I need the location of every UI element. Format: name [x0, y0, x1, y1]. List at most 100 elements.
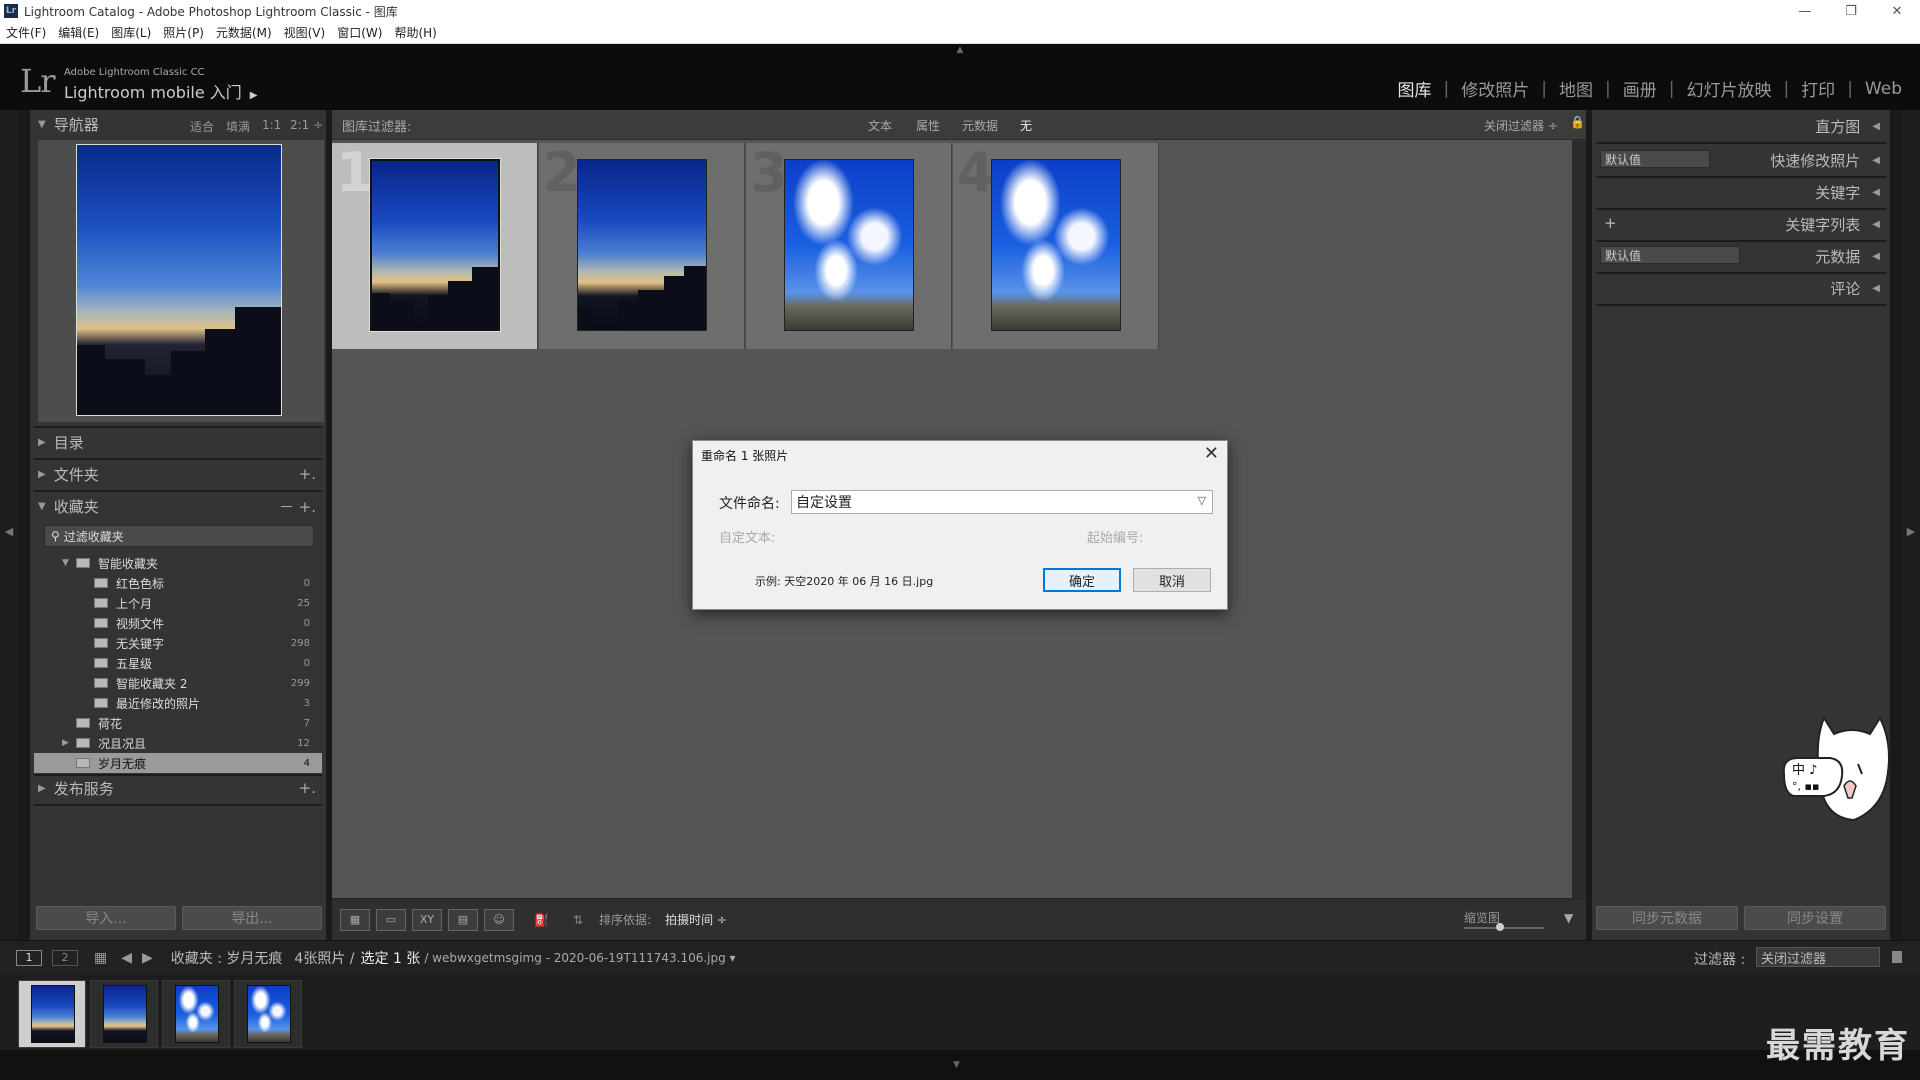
add-keyword-button[interactable]: + — [1604, 214, 1617, 232]
comments-header[interactable]: 评论 ◀ — [1596, 274, 1886, 302]
zoom-fit[interactable]: 适合 — [190, 118, 214, 135]
grid-scrollbar[interactable] — [1572, 140, 1586, 898]
dialog-close-icon[interactable]: ✕ — [1204, 443, 1219, 464]
right-panel-toggle[interactable]: ▶ — [1902, 110, 1920, 940]
menu-help[interactable]: 帮助(H) — [394, 24, 436, 41]
import-button[interactable]: 导入... — [36, 906, 176, 930]
close-window-button[interactable]: ✕ — [1874, 0, 1920, 22]
filmstrip-lock-icon[interactable] — [1892, 951, 1902, 963]
collection-row[interactable]: ▶ 况且况且 12 — [34, 733, 322, 753]
module-develop[interactable]: 修改照片 — [1461, 76, 1529, 101]
compare-view-icon[interactable]: XY — [412, 908, 442, 931]
photo-thumbnail[interactable] — [784, 159, 914, 331]
collection-row[interactable]: 最近修改的照片 3 — [34, 693, 322, 713]
zoom-fill[interactable]: 填满 — [226, 118, 250, 135]
grid-cell[interactable]: 4 — [953, 141, 1159, 349]
filmstrip-thumb[interactable] — [234, 980, 302, 1048]
spray-can-icon[interactable]: ⛽ — [534, 913, 549, 927]
grid-cell[interactable]: 1 — [332, 141, 538, 349]
slider-thumb[interactable] — [1496, 923, 1504, 931]
collection-filter-input[interactable]: ⚲ 过滤收藏夹 — [44, 525, 314, 547]
collection-row[interactable]: 无关键字 298 — [34, 633, 322, 653]
back-arrow-icon[interactable]: ◀ — [121, 950, 132, 966]
photo-thumbnail[interactable] — [369, 158, 501, 332]
export-button[interactable]: 导出... — [182, 906, 322, 930]
menu-library[interactable]: 图库(L) — [111, 24, 151, 41]
filter-metadata[interactable]: 元数据 — [962, 117, 998, 134]
collection-row[interactable]: 智能收藏夹 2 299 — [34, 673, 322, 693]
add-folder-button[interactable]: +. — [299, 465, 316, 483]
metadata-header[interactable]: 默认值 元数据 ◀ — [1596, 242, 1886, 270]
window-1-button[interactable]: 1 — [16, 949, 42, 966]
collection-row[interactable]: 五星级 0 — [34, 653, 322, 673]
catalog-header[interactable]: ▶ 目录 — [38, 428, 324, 456]
keyword-list-header[interactable]: + 关键字列表 ◀ — [1596, 210, 1886, 238]
grid-cell[interactable]: 2 — [539, 141, 745, 349]
loupe-view-icon[interactable]: ▭ — [376, 908, 406, 931]
histogram-header[interactable]: 直方图 ◀ — [1596, 112, 1886, 140]
keywording-header[interactable]: 关键字 ◀ — [1596, 178, 1886, 206]
minimize-button[interactable]: — — [1782, 0, 1828, 22]
grid-icon[interactable]: ▦ — [94, 950, 107, 966]
zoom-1-1[interactable]: 1:1 — [262, 118, 281, 132]
menu-photo[interactable]: 照片(P) — [163, 24, 204, 41]
forward-arrow-icon[interactable]: ▶ — [142, 950, 153, 966]
lock-icon[interactable]: 🔒 — [1570, 115, 1585, 129]
top-panel-toggle-icon[interactable]: ▲ — [953, 46, 967, 55]
sync-settings-button[interactable]: 同步设置 — [1744, 906, 1886, 930]
collection-row-selected[interactable]: ▶ 岁月无痕 4 — [34, 753, 322, 773]
add-publish-service-button[interactable]: +. — [299, 779, 316, 797]
sort-select[interactable]: 拍摄时间 ÷ — [665, 911, 727, 928]
selected-filename[interactable]: / webwxgetmsgimg - 2020-06-19T111743.106… — [424, 951, 735, 965]
collection-row[interactable]: 荷花 7 — [34, 713, 322, 733]
menu-metadata[interactable]: 元数据(M) — [216, 24, 272, 41]
quick-develop-preset-select[interactable]: 默认值 — [1600, 150, 1710, 168]
window-2-button[interactable]: 2 — [52, 949, 78, 966]
maximize-button[interactable]: ❐ — [1828, 0, 1874, 22]
zoom-2-1[interactable]: 2:1 ÷ — [290, 118, 323, 132]
module-map[interactable]: 地图 — [1559, 76, 1593, 101]
menu-file[interactable]: 文件(F) — [6, 24, 46, 41]
folders-header[interactable]: ▶ 文件夹 +. — [38, 460, 324, 488]
menu-view[interactable]: 视图(V) — [284, 24, 326, 41]
filter-text[interactable]: 文本 — [868, 117, 892, 134]
bottom-panel-toggle-icon[interactable]: ▼ — [953, 1060, 960, 1070]
metadata-preset-select[interactable]: 默认值 — [1600, 246, 1740, 264]
bottom-panel-edge[interactable]: ▼ — [0, 1050, 1920, 1080]
filmstrip-source[interactable]: 收藏夹 : 岁月无痕 — [171, 948, 283, 968]
collection-actions[interactable]: － +. — [279, 496, 316, 517]
filter-none[interactable]: 无 — [1020, 117, 1032, 134]
publish-services-header[interactable]: ▶ 发布服务 +. — [38, 774, 324, 802]
module-library[interactable]: 图库 — [1398, 76, 1432, 101]
filmstrip-filter-select[interactable]: 关闭过滤器 — [1756, 947, 1880, 967]
filename-template-select[interactable]: 自定设置 ▽ — [791, 490, 1213, 514]
thumbnail-size-slider[interactable] — [1464, 927, 1544, 929]
grid-cell[interactable]: 3 — [746, 141, 952, 349]
filmstrip-thumb-selected[interactable] — [18, 980, 86, 1048]
filmstrip-thumb[interactable] — [162, 980, 230, 1048]
collections-header[interactable]: ▼ 收藏夹 － +. — [38, 492, 324, 520]
module-book[interactable]: 画册 — [1623, 76, 1657, 101]
mobile-headline[interactable]: Lightroom mobile 入门 ▶ — [64, 79, 257, 103]
module-slideshow[interactable]: 幻灯片放映 — [1686, 76, 1771, 101]
menu-edit[interactable]: 编辑(E) — [58, 24, 99, 41]
filter-preset-select[interactable]: 关闭过滤器 ÷ — [1484, 117, 1558, 134]
module-web[interactable]: Web — [1865, 79, 1902, 99]
people-view-icon[interactable]: ☺ — [484, 908, 514, 931]
photo-thumbnail[interactable] — [991, 159, 1121, 331]
sync-metadata-button[interactable]: 同步元数据 — [1596, 906, 1738, 930]
survey-view-icon[interactable]: ▤ — [448, 908, 478, 931]
sort-direction-icon[interactable]: ⇅ — [573, 913, 583, 927]
collection-set[interactable]: ▼ 智能收藏夹 — [34, 553, 322, 573]
collection-row[interactable]: 视频文件 0 — [34, 613, 322, 633]
filter-attribute[interactable]: 属性 — [916, 117, 940, 134]
quick-develop-header[interactable]: 默认值 快速修改照片 ◀ — [1596, 146, 1886, 174]
cancel-button[interactable]: 取消 — [1133, 568, 1211, 592]
ok-button[interactable]: 确定 — [1043, 568, 1121, 592]
menu-window[interactable]: 窗口(W) — [337, 24, 382, 41]
filmstrip-thumb[interactable] — [90, 980, 158, 1048]
collection-row[interactable]: 红色色标 0 — [34, 573, 322, 593]
grid-view-icon[interactable]: ▦ — [340, 908, 370, 931]
left-panel-toggle[interactable]: ◀ — [0, 110, 18, 940]
module-print[interactable]: 打印 — [1801, 76, 1835, 101]
